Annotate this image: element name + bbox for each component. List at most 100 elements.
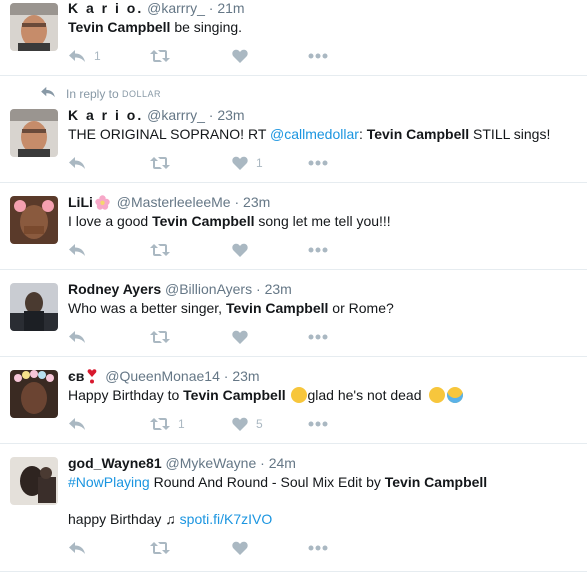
like-button[interactable] xyxy=(232,240,256,260)
separator: · xyxy=(208,0,214,16)
reply-arrow-icon xyxy=(68,243,86,257)
spotify-link[interactable]: spoti.fi/K7zIVO xyxy=(180,511,273,527)
smiling-face-emoji-icon xyxy=(429,387,446,403)
heart-icon xyxy=(232,330,248,344)
more-dots-icon xyxy=(308,421,328,427)
avatar[interactable] xyxy=(10,3,58,51)
retweet-button[interactable] xyxy=(150,240,178,260)
display-name[interactable]: LiLi xyxy=(68,194,93,210)
more-button[interactable] xyxy=(308,240,328,260)
tweet-text: Happy Birthday to Tevin Campbell glad he… xyxy=(68,386,573,405)
heart-icon xyxy=(232,156,248,170)
avatar[interactable] xyxy=(10,370,58,418)
reply-button[interactable] xyxy=(68,538,94,558)
more-dots-icon xyxy=(308,53,328,59)
reply-button[interactable] xyxy=(68,240,94,260)
like-button[interactable] xyxy=(232,538,256,558)
like-button[interactable] xyxy=(232,46,256,66)
avatar[interactable] xyxy=(10,109,58,157)
tweet-header: god_Wayne81 @MykeWayne · 24m xyxy=(68,455,296,471)
avatar[interactable] xyxy=(10,283,58,331)
retweet-button[interactable] xyxy=(150,46,178,66)
reply-context-prefix: In reply to xyxy=(66,86,119,101)
search-highlight: Tevin Campbell xyxy=(152,213,255,229)
avatar[interactable] xyxy=(10,196,58,244)
timestamp[interactable]: 23m xyxy=(217,107,244,123)
display-name[interactable]: K a r i o. xyxy=(68,0,143,16)
retweet-button[interactable] xyxy=(150,538,178,558)
mention-link[interactable]: @callmedollar xyxy=(270,126,359,142)
tweet[interactable]: K a r i o. @karrry_ · 21m Tevin Campbell… xyxy=(0,0,587,76)
tears-of-joy-emoji-icon xyxy=(447,387,464,403)
like-button[interactable] xyxy=(232,327,256,347)
handle[interactable]: @MasterleeleeMe xyxy=(117,194,231,210)
more-dots-icon xyxy=(308,160,328,166)
handle[interactable]: @karrry_ xyxy=(147,107,205,123)
handle[interactable]: @MykeWayne xyxy=(166,455,257,471)
like-count: 1 xyxy=(256,156,263,170)
search-highlight: Tevin Campbell xyxy=(68,19,171,35)
reply-button[interactable] xyxy=(68,153,94,173)
reply-arrow-icon xyxy=(68,49,86,63)
timestamp[interactable]: 23m xyxy=(265,281,292,297)
handle[interactable]: @karrry_ xyxy=(147,0,205,16)
tweet-text-after: glad he's not dead xyxy=(307,387,422,403)
reply-button[interactable] xyxy=(68,327,94,347)
like-count: 5 xyxy=(256,417,263,431)
more-button[interactable] xyxy=(308,153,328,173)
reply-context[interactable]: In reply to DOLLAR xyxy=(40,86,161,101)
tweet[interactable]: Rodney Ayers @BillionAyers · 23m Who was… xyxy=(0,270,587,357)
retweet-icon xyxy=(150,330,170,344)
display-name[interactable]: єв xyxy=(68,368,84,384)
display-name[interactable]: K a r i o. xyxy=(68,107,143,123)
reply-arrow-icon xyxy=(68,156,86,170)
reply-button[interactable]: 1 xyxy=(68,46,101,66)
retweet-icon xyxy=(150,243,170,257)
heart-exclamation-emoji-icon xyxy=(87,369,97,384)
timestamp[interactable]: 23m xyxy=(243,194,270,210)
timestamp[interactable]: 24m xyxy=(269,455,296,471)
handle[interactable]: @QueenMonae14 xyxy=(105,368,220,384)
hashtag-link[interactable]: #NowPlaying xyxy=(68,474,150,490)
search-highlight: Tevin Campbell xyxy=(183,387,286,403)
display-name[interactable]: god_Wayne81 xyxy=(68,455,162,471)
retweet-button[interactable] xyxy=(150,153,178,173)
more-button[interactable] xyxy=(308,538,328,558)
tweet-text-line2: happy Birthday ♫ xyxy=(68,511,180,527)
reply-context-user[interactable]: DOLLAR xyxy=(122,89,161,99)
search-highlight: Tevin Campbell xyxy=(225,300,329,316)
display-name[interactable]: Rodney Ayers xyxy=(68,281,161,297)
more-dots-icon xyxy=(308,545,328,551)
flower-emoji-icon xyxy=(95,195,110,210)
tweet[interactable]: єв @QueenMonae14 · 23m Happy Birthday to… xyxy=(0,357,587,444)
relieved-face-emoji-icon xyxy=(290,387,307,403)
timestamp[interactable]: 21m xyxy=(217,0,244,16)
separator: · xyxy=(208,107,214,123)
timestamp[interactable]: 23m xyxy=(232,368,259,384)
retweet-icon xyxy=(150,49,170,63)
tweet[interactable]: In reply to DOLLAR K a r i o. @karrry_ ·… xyxy=(0,76,587,183)
search-highlight: Tevin Campbell xyxy=(366,126,470,142)
more-button[interactable] xyxy=(308,414,328,434)
tweet-text-after: song let me tell you!!! xyxy=(254,213,391,229)
tweet-text: Who was a better singer, Tevin Campbell … xyxy=(68,299,573,318)
like-button[interactable]: 5 xyxy=(232,414,263,434)
tweet-header: LiLi @MasterleeleeMe · 23m xyxy=(68,194,270,210)
tweet-text: I love a good Tevin Campbell song let me… xyxy=(68,212,573,231)
tweet-text-after: or Rome? xyxy=(328,300,394,316)
retweet-icon xyxy=(150,541,170,555)
tweet[interactable]: god_Wayne81 @MykeWayne · 24m #NowPlaying… xyxy=(0,444,587,572)
retweet-button[interactable] xyxy=(150,327,178,347)
more-dots-icon xyxy=(308,334,328,340)
tweet[interactable]: LiLi @MasterleeleeMe · 23m I love a good… xyxy=(0,183,587,270)
tweet-text-line2: happy Birthday ♫ spoti.fi/K7zIVO xyxy=(68,510,573,529)
reply-button[interactable] xyxy=(68,414,94,434)
reply-count: 1 xyxy=(94,49,101,63)
handle[interactable]: @BillionAyers xyxy=(165,281,252,297)
like-button[interactable]: 1 xyxy=(232,153,263,173)
retweet-button[interactable]: 1 xyxy=(150,414,185,434)
more-button[interactable] xyxy=(308,46,328,66)
heart-icon xyxy=(232,417,248,431)
avatar[interactable] xyxy=(10,457,58,505)
more-button[interactable] xyxy=(308,327,328,347)
